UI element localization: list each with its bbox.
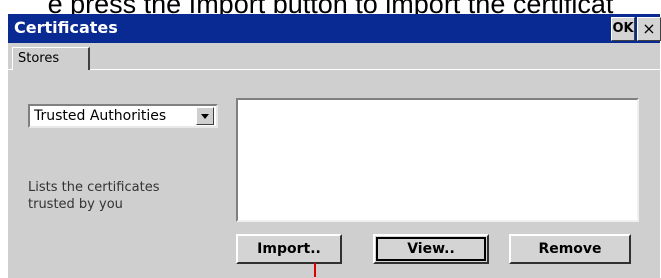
- store-select[interactable]: Trusted Authorities: [28, 104, 218, 128]
- remove-button[interactable]: Remove: [509, 234, 631, 264]
- stores-panel: Trusted Authorities Lists the certificat…: [8, 69, 660, 278]
- certificate-list[interactable]: [236, 98, 639, 222]
- chevron-down-icon[interactable]: [196, 107, 214, 125]
- tab-strip: Stores: [8, 43, 660, 70]
- pointer-indicator: [314, 263, 316, 277]
- tab-stores[interactable]: Stores: [12, 47, 90, 70]
- store-select-value: Trusted Authorities: [34, 108, 167, 124]
- certificates-window: Certificates OK × Stores Trusted Authori…: [8, 14, 661, 278]
- view-button[interactable]: View..: [373, 234, 489, 264]
- window-title: Certificates: [14, 18, 118, 37]
- import-button[interactable]: Import..: [236, 234, 342, 264]
- store-description: Lists the certificates trusted by you: [28, 180, 160, 212]
- title-bar: Certificates OK ×: [8, 14, 661, 43]
- close-icon[interactable]: ×: [637, 17, 661, 41]
- ok-button[interactable]: OK: [611, 17, 635, 41]
